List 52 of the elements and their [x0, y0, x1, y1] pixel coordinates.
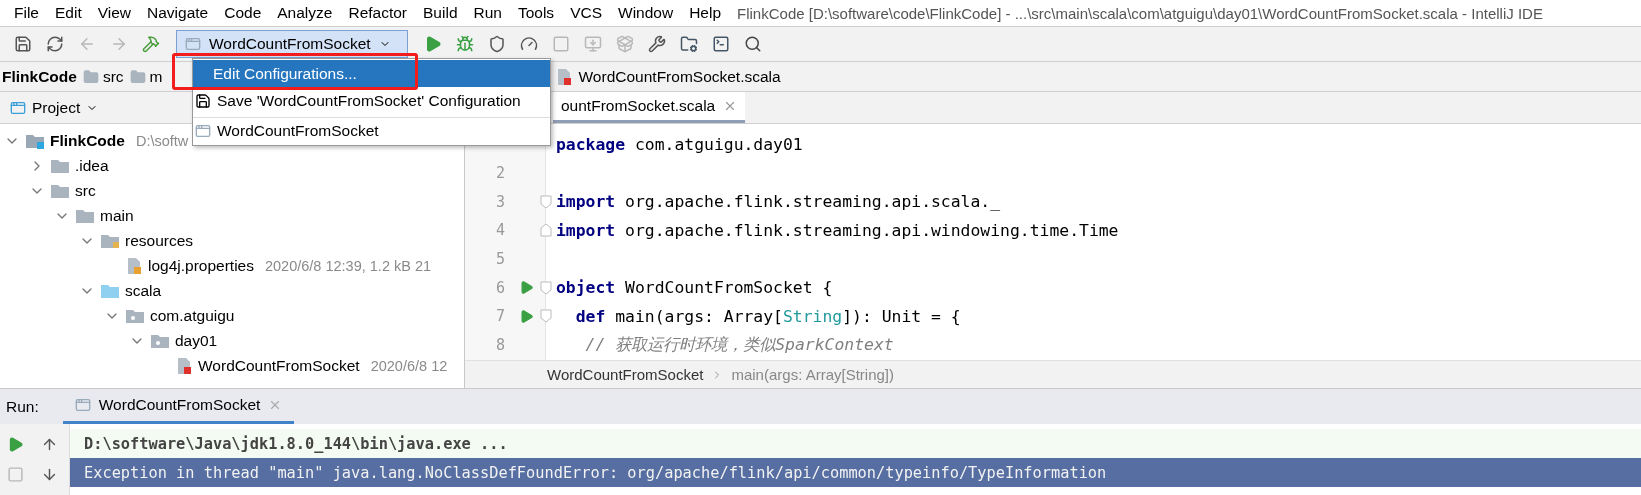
menu-item[interactable]: File: [6, 4, 47, 22]
menu-item[interactable]: Edit: [47, 4, 90, 22]
code-line: import org.apache.flink.streaming.api.scala._: [555, 192, 1001, 212]
menu-item[interactable]: VCS: [562, 4, 610, 22]
line-number: 4: [494, 221, 505, 240]
code-line: // 获取运行时环境，类似SparkContext: [584, 334, 894, 357]
menu-item[interactable]: Help: [681, 4, 730, 22]
breadcrumb-item[interactable]: FlinkCode: [2, 67, 77, 86]
menu-item[interactable]: Refactor: [340, 4, 416, 22]
menu-item[interactable]: Navigate: [139, 4, 217, 22]
line-number: 5: [494, 250, 505, 269]
menu-item[interactable]: Save 'WordCountFromSocket' Configuration: [193, 87, 550, 114]
menu-item[interactable]: Tools: [509, 4, 563, 22]
menu-item[interactable]: Run: [465, 4, 510, 22]
menu-item[interactable]: Edit Configurations...: [193, 60, 550, 87]
line-number: 7: [494, 307, 505, 326]
code-line: object WordCountFromSocket {: [555, 278, 833, 298]
menu-item[interactable]: View: [89, 4, 140, 22]
code-line: def main(args: Array[String]): Unit = {: [574, 306, 961, 326]
line-number: 3: [494, 192, 505, 211]
tree-item[interactable]: day01: [175, 331, 218, 350]
menu-item[interactable]: WordCountFromSocket: [193, 117, 550, 144]
tree-item[interactable]: src: [75, 181, 96, 200]
file-info: 2020/6/8 12: [370, 357, 448, 374]
tree-item[interactable]: scala: [125, 281, 162, 300]
run-configuration-dropdown[interactable]: WordCountFromSocket: [176, 30, 408, 58]
run-label: Run:: [5, 396, 40, 417]
tree-item[interactable]: main: [100, 206, 134, 225]
project-view-selector[interactable]: Project: [10, 98, 99, 117]
tree-item[interactable]: resources: [125, 231, 194, 250]
menu-item[interactable]: Window: [610, 4, 682, 22]
line-number: 2: [494, 164, 505, 183]
tree-item[interactable]: WordCountFromSocket: [198, 356, 360, 375]
window-title: FlinkCode [D:\software\code\FlinkCode] - ...\src\main\scala\com\atguigu\day01\WordCountFromSocket.scala - IntelliJ IDE: [737, 4, 1543, 22]
breadcrumb-item[interactable]: src: [102, 67, 124, 86]
file-info: 2020/6/8 12:39, 1.2 kB 21: [265, 257, 432, 274]
breadcrumb-item[interactable]: m: [149, 67, 163, 86]
line-number: 8: [494, 336, 505, 355]
menu-item[interactable]: Build: [415, 4, 466, 22]
menu-item[interactable]: Code: [216, 4, 270, 22]
breadcrumb-item[interactable]: WordCountFromSocket: [547, 366, 704, 383]
tree-item[interactable]: FlinkCode: [50, 131, 125, 150]
file-info: D:\softw: [135, 132, 189, 149]
menu-item[interactable]: Analyze: [269, 4, 341, 22]
tree-item[interactable]: .idea: [75, 156, 109, 175]
breadcrumb-item[interactable]: WordCountFromSocket.scala: [578, 67, 781, 86]
editor-tab[interactable]: ountFromSocket.scala: [553, 92, 746, 123]
code-line: package com.atguigu.day01: [555, 134, 803, 154]
tree-item[interactable]: com.atguigu: [150, 306, 235, 325]
tree-item[interactable]: log4j.properties: [148, 256, 254, 275]
code-line: import org.apache.flink.streaming.api.windowing.time.Time: [555, 220, 1119, 240]
line-number: 6: [494, 278, 505, 297]
